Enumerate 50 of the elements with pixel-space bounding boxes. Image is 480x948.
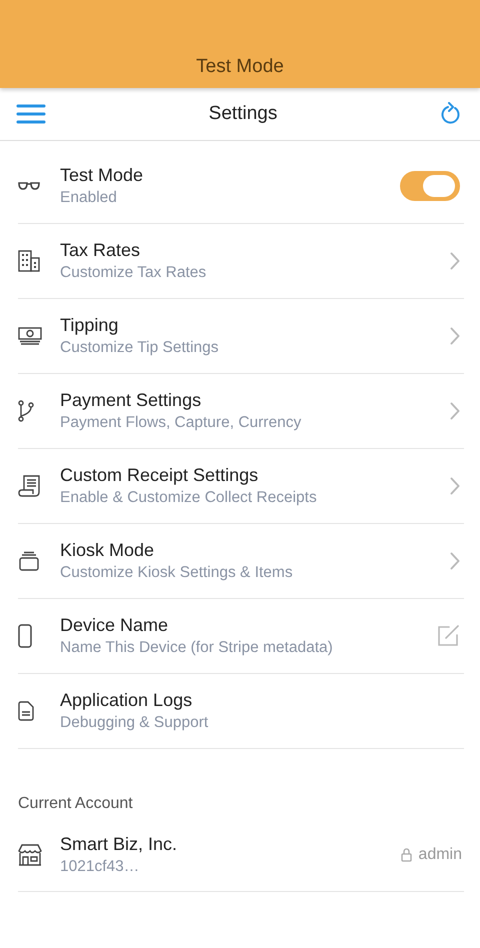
row-title: Tipping <box>60 315 120 336</box>
glasses-icon <box>18 181 40 191</box>
settings-row[interactable]: Payment Settings Payment Flows, Capture, Currency <box>18 374 464 449</box>
building-icon <box>18 250 40 272</box>
row-subtitle: Enabled <box>60 189 118 207</box>
settings-row[interactable]: Test Mode Enabled <box>18 149 464 224</box>
account-id: 1021cf43… <box>60 858 140 876</box>
chevron-icon <box>450 552 460 570</box>
settings-row[interactable]: Device Name Name This Device (for Stripe metadata) <box>18 599 464 674</box>
row-title: Device Name <box>60 615 170 636</box>
account-name: Smart Biz, Inc. <box>60 834 178 855</box>
row-subtitle: Payment Flows, Capture, Currency <box>60 414 302 432</box>
document-icon <box>18 701 34 721</box>
settings-row[interactable]: Kiosk Mode Customize Kiosk Settings & Items <box>18 524 464 599</box>
banknote-icon <box>18 327 42 345</box>
row-subtitle: Debugging & Support <box>60 714 210 732</box>
tray-icon <box>18 551 40 571</box>
row-subtitle: Name This Device (for Stripe metadata) <box>60 639 334 657</box>
receipt-icon <box>18 475 40 497</box>
page-title: Settings <box>208 103 278 125</box>
row-subtitle: Customize Tip Settings <box>60 339 220 357</box>
phone-icon <box>18 624 32 648</box>
row-subtitle: Enable & Customize Collect Receipts <box>60 489 318 507</box>
section-heading: Current Account <box>18 795 134 813</box>
chevron-icon <box>450 327 460 345</box>
row-subtitle: Customize Kiosk Settings & Items <box>60 564 294 582</box>
row-title: Tax Rates <box>60 240 142 261</box>
chevron-icon <box>450 477 460 495</box>
edit-icon[interactable] <box>436 624 460 648</box>
settings-row[interactable]: Tax Rates Customize Tax Rates <box>18 224 464 299</box>
lock-icon <box>401 848 412 862</box>
row-title: Application Logs <box>60 690 194 711</box>
settings-row[interactable]: Custom Receipt Settings Enable & Customize Collect Receipts <box>18 449 464 524</box>
account-role: admin <box>418 846 462 864</box>
settings-row[interactable]: Application Logs Debugging & Support <box>18 674 464 749</box>
row-title: Payment Settings <box>60 390 202 411</box>
refresh-icon[interactable] <box>440 102 462 126</box>
toggle-switch[interactable] <box>400 171 460 201</box>
row-title: Custom Receipt Settings <box>60 465 260 486</box>
row-title: Test Mode <box>60 165 144 186</box>
account-row[interactable]: Smart Biz, Inc. 1021cf43… admin <box>18 819 464 892</box>
menu-icon[interactable] <box>16 104 46 124</box>
row-title: Kiosk Mode <box>60 540 156 561</box>
banner-title: Test Mode <box>196 56 284 78</box>
settings-row[interactable]: Tipping Customize Tip Settings <box>18 299 464 374</box>
storefront-icon <box>18 844 42 866</box>
chevron-icon <box>450 402 460 420</box>
branch-icon <box>18 400 34 422</box>
chevron-icon <box>450 252 460 270</box>
row-subtitle: Customize Tax Rates <box>60 264 208 282</box>
